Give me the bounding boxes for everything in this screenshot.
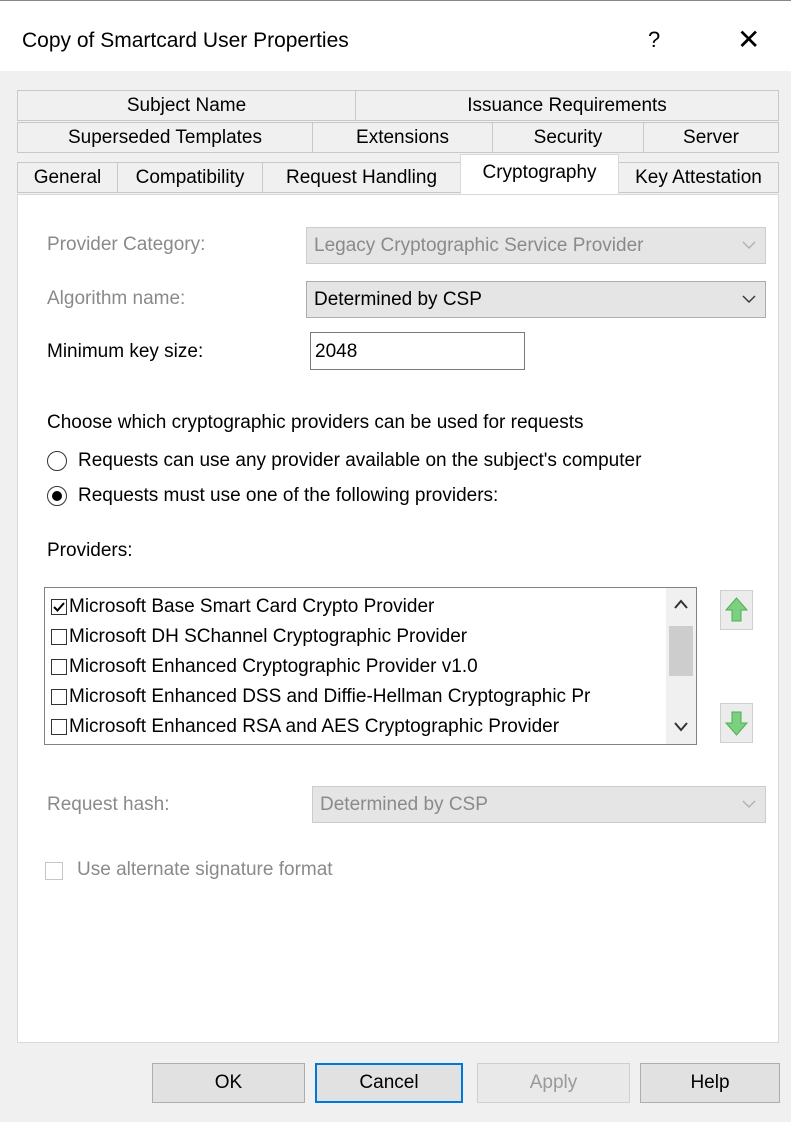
- tab-superseded-templates[interactable]: Superseded Templates: [17, 122, 313, 153]
- help-title-button[interactable]: ?: [648, 27, 660, 53]
- provider-category-label: Provider Category:: [47, 234, 206, 255]
- request-hash-combo[interactable]: Determined by CSP: [312, 786, 766, 823]
- providers-scrollbar[interactable]: [666, 588, 696, 744]
- alt-signature-label: Use alternate signature format: [77, 859, 333, 880]
- min-key-size-value: 2048: [315, 341, 358, 362]
- tab-compatibility[interactable]: Compatibility: [117, 162, 263, 193]
- providers-list[interactable]: Microsoft Base Smart Card Crypto Provide…: [44, 587, 697, 745]
- ok-button[interactable]: OK: [152, 1063, 305, 1103]
- tab-issuance-requirements[interactable]: Issuance Requirements: [355, 90, 779, 121]
- provider-checkbox[interactable]: [51, 719, 67, 735]
- green-up-arrow-icon: [724, 597, 749, 622]
- tab-subject-name[interactable]: Subject Name: [17, 90, 356, 121]
- tab-security[interactable]: Security: [492, 122, 644, 153]
- providers-label: Providers:: [47, 540, 133, 561]
- provider-checkbox[interactable]: [51, 689, 67, 705]
- move-up-button[interactable]: [720, 590, 753, 630]
- title-bar: Copy of Smartcard User Properties ? ✕: [0, 0, 791, 71]
- provider-label: Microsoft Enhanced DSS and Diffie-Hellma…: [69, 686, 591, 707]
- provider-checkbox[interactable]: [51, 599, 67, 615]
- window-title: Copy of Smartcard User Properties: [22, 29, 349, 52]
- algorithm-name-value: Determined by CSP: [314, 289, 482, 310]
- apply-button[interactable]: Apply: [477, 1063, 630, 1103]
- request-hash-value: Determined by CSP: [320, 794, 488, 815]
- provider-category-combo[interactable]: Legacy Cryptographic Service Provider: [306, 227, 766, 264]
- provider-label: Microsoft Base Smart Card Crypto Provide…: [69, 596, 435, 617]
- provider-category-value: Legacy Cryptographic Service Provider: [314, 235, 644, 256]
- radio-any-provider[interactable]: [47, 451, 67, 471]
- tab-cryptography[interactable]: Cryptography: [460, 154, 619, 194]
- checkmark-icon: [53, 602, 65, 612]
- scroll-down-arrow-icon[interactable]: [666, 710, 696, 744]
- radio-specific-providers[interactable]: [47, 486, 67, 506]
- chevron-down-icon: [742, 800, 756, 808]
- tab-general[interactable]: General: [17, 162, 118, 193]
- alt-signature-checkbox[interactable]: [45, 862, 63, 880]
- chevron-down-icon: [742, 295, 756, 303]
- request-hash-label: Request hash:: [47, 794, 170, 815]
- providers-choice-heading: Choose which cryptographic providers can…: [47, 412, 584, 433]
- provider-checkbox[interactable]: [51, 629, 67, 645]
- close-button[interactable]: ✕: [737, 23, 760, 56]
- min-key-size-input[interactable]: 2048: [310, 332, 525, 370]
- scroll-up-arrow-icon[interactable]: [666, 588, 696, 622]
- provider-checkbox[interactable]: [51, 659, 67, 675]
- help-button[interactable]: Help: [640, 1063, 780, 1103]
- provider-label: Microsoft Enhanced RSA and AES Cryptogra…: [69, 716, 560, 737]
- tab-extensions[interactable]: Extensions: [312, 122, 493, 153]
- algorithm-name-label: Algorithm name:: [47, 288, 186, 309]
- radio-any-provider-label[interactable]: Requests can use any provider available …: [78, 450, 641, 472]
- tab-request-handling[interactable]: Request Handling: [262, 162, 461, 193]
- min-key-size-label: Minimum key size:: [47, 341, 204, 362]
- algorithm-name-combo[interactable]: Determined by CSP: [306, 281, 766, 318]
- tab-server[interactable]: Server: [643, 122, 779, 153]
- provider-label: Microsoft Enhanced Cryptographic Provide…: [69, 656, 478, 677]
- provider-label: Microsoft DH SChannel Cryptographic Prov…: [69, 626, 468, 647]
- radio-specific-providers-label[interactable]: Requests must use one of the following p…: [78, 485, 498, 507]
- move-down-button[interactable]: [720, 703, 753, 743]
- scroll-thumb[interactable]: [669, 626, 693, 676]
- cancel-button[interactable]: Cancel: [315, 1063, 463, 1103]
- green-down-arrow-icon: [724, 711, 749, 736]
- tab-key-attestation[interactable]: Key Attestation: [618, 162, 779, 193]
- chevron-down-icon: [742, 241, 756, 249]
